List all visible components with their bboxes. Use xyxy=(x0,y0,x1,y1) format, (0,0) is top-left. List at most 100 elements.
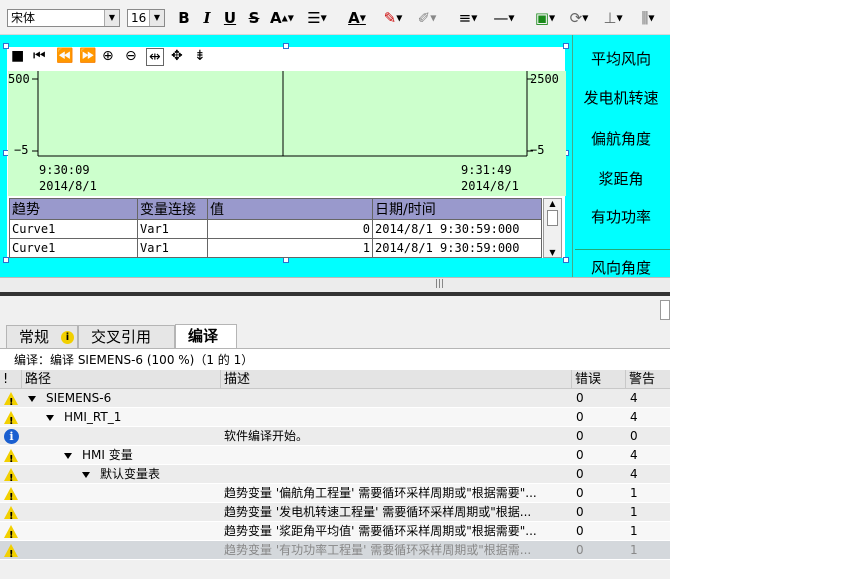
tab-cross-reference[interactable]: 交叉引用 xyxy=(78,325,175,348)
stop-icon[interactable]: ■ xyxy=(11,48,24,64)
expand-icon[interactable] xyxy=(46,415,54,421)
col-path[interactable]: 路径 xyxy=(22,370,221,389)
row-path: HMI 变量 xyxy=(82,448,133,462)
trend-plot-svg xyxy=(32,71,533,157)
scroll-up-icon[interactable]: ▲ xyxy=(544,199,561,208)
zoom-out-icon[interactable]: ⊖ xyxy=(125,48,137,64)
selection-handle[interactable] xyxy=(563,43,569,49)
cell-trend: Curve1 xyxy=(9,219,138,239)
row-errors: 0 xyxy=(576,524,584,538)
list-item[interactable]: 趋势变量 '浆距角平均值' 需要循环采样周期或"根据需要"... 0 1 xyxy=(0,522,670,545)
row-errors: 0 xyxy=(576,410,584,424)
label-generator-speed[interactable]: 发电机转速 xyxy=(575,87,667,108)
x-start-time: 9:30:09 xyxy=(39,163,90,177)
align-objects-icon[interactable]: ⊥▼ xyxy=(598,8,628,28)
panel-toggle-button[interactable] xyxy=(660,300,670,320)
col-value[interactable]: 值 xyxy=(207,198,373,220)
select-area-icon[interactable]: ⇟ xyxy=(194,48,206,64)
line-color-icon[interactable]: ✐▼ xyxy=(412,8,442,28)
col-datetime[interactable]: 日期/时间 xyxy=(372,198,542,220)
font-family-select[interactable]: 宋体 ▼ xyxy=(7,9,120,27)
list-item[interactable]: i 软件编译开始。 0 0 xyxy=(0,427,670,446)
rotate-icon[interactable]: ⟳▼ xyxy=(564,8,594,28)
message-column-header: ! 路径 描述 错误 警告 xyxy=(0,370,670,389)
row-path xyxy=(46,503,221,522)
row-warnings: 4 xyxy=(630,448,638,462)
zoom-in-icon[interactable]: ⊕ xyxy=(102,48,114,64)
scroll-down-icon[interactable]: ▼ xyxy=(544,248,561,257)
label-pitch-angle[interactable]: 浆距角 xyxy=(575,168,667,189)
expand-icon[interactable] xyxy=(64,453,72,459)
tab-compile-label: 编译 xyxy=(188,327,219,345)
font-size-select[interactable]: 16 ▼ xyxy=(127,9,165,27)
font-family-value: 宋体 xyxy=(11,11,36,25)
font-color-letter: A xyxy=(348,9,360,27)
selection-handle[interactable] xyxy=(283,43,289,49)
label-yaw-angle[interactable]: 偏航角度 xyxy=(575,128,667,149)
list-item[interactable]: 趋势变量 '有功功率工程量' 需要循环采样周期或"根据需... 0 1 xyxy=(0,541,670,564)
warning-icon xyxy=(4,487,18,507)
table-row[interactable]: Curve1 Var1 1 2014/8/1 9:30:59:000 xyxy=(9,238,542,258)
row-errors: 0 xyxy=(576,448,584,462)
font-size-icon[interactable]: A▲▼ xyxy=(268,8,296,28)
list-item[interactable]: SIEMENS-6 0 4 xyxy=(0,389,670,412)
row-path xyxy=(46,522,221,541)
col-flag[interactable]: ! xyxy=(0,370,22,389)
ruler-icon[interactable]: ⇹ xyxy=(146,48,164,66)
tab-general[interactable]: 常规 i xyxy=(6,325,78,348)
col-description[interactable]: 描述 xyxy=(221,370,572,389)
table-row[interactable]: Curve1 Var1 0 2014/8/1 9:30:59:000 xyxy=(9,219,542,239)
selection-handle[interactable] xyxy=(563,257,569,263)
chevron-down-icon[interactable]: ▼ xyxy=(149,10,164,26)
move-axis-icon[interactable]: ✥ xyxy=(171,48,183,64)
row-warnings: 4 xyxy=(630,467,638,481)
first-icon[interactable]: ⏮ xyxy=(33,48,46,64)
layer-icon[interactable]: ▣▼ xyxy=(530,8,560,28)
row-errors: 0 xyxy=(576,486,584,500)
underline-icon[interactable]: U xyxy=(222,8,238,28)
col-tag[interactable]: 变量连接 xyxy=(137,198,208,220)
label-avg-wind-direction[interactable]: 平均风向 xyxy=(575,48,667,69)
italic-icon[interactable]: I xyxy=(200,8,214,28)
row-description xyxy=(224,408,569,427)
label-active-power[interactable]: 有功功率 xyxy=(575,206,667,227)
list-item[interactable]: 默认变量表 0 4 xyxy=(0,465,670,488)
selection-handle[interactable] xyxy=(3,43,9,49)
align-icon[interactable]: ☰▼ xyxy=(302,8,332,28)
line-style-icon[interactable]: —▼ xyxy=(489,8,519,28)
horizontal-scrollbar[interactable]: ||| xyxy=(0,277,670,292)
table-scrollbar[interactable]: ▲ ▼ xyxy=(543,198,562,258)
distribute-icon[interactable]: ⫼▼ xyxy=(632,8,664,28)
list-item[interactable]: HMI 变量 0 4 xyxy=(0,446,670,469)
right-axis-max: 2500 xyxy=(530,72,559,86)
list-item[interactable]: 趋势变量 '偏航角工程量' 需要循环采样周期或"根据需要"... 0 1 xyxy=(0,484,670,507)
font-color-icon[interactable]: A▼ xyxy=(342,8,372,28)
strikethrough-icon[interactable]: S xyxy=(246,8,262,28)
warning-icon xyxy=(4,449,18,469)
label-wind-angle[interactable]: 风向角度 xyxy=(575,257,667,278)
list-item[interactable]: 趋势变量 '发电机转速工程量' 需要循环采样周期或"根据... 0 1 xyxy=(0,503,670,526)
expand-icon[interactable] xyxy=(28,396,36,402)
expand-icon[interactable] xyxy=(82,472,90,478)
chevron-down-icon[interactable]: ▼ xyxy=(104,10,119,26)
col-trend[interactable]: 趋势 xyxy=(9,198,138,220)
row-warnings: 0 xyxy=(630,429,638,443)
col-errors[interactable]: 错误 xyxy=(572,370,626,389)
row-path: HMI_RT_1 xyxy=(64,410,122,424)
row-path: SIEMENS-6 xyxy=(46,391,112,405)
list-item[interactable]: HMI_RT_1 0 4 xyxy=(0,408,670,431)
row-errors: 0 xyxy=(576,505,584,519)
left-axis-min: −5 xyxy=(14,143,29,157)
grip-icon[interactable]: ||| xyxy=(435,279,444,289)
scroll-thumb[interactable] xyxy=(547,210,558,226)
forward-icon[interactable]: ⏩ xyxy=(79,48,96,64)
bold-icon[interactable]: B xyxy=(176,8,192,28)
tab-compile[interactable]: 编译 xyxy=(175,324,237,348)
col-warnings[interactable]: 警告 xyxy=(626,370,670,389)
rewind-icon[interactable]: ⏪ xyxy=(56,48,73,64)
x-start-date: 2014/8/1 xyxy=(39,179,97,193)
cell-tag: Var1 xyxy=(137,219,208,239)
fill-color-icon[interactable]: ✎▼ xyxy=(378,8,408,28)
line-width-icon[interactable]: ≡▼ xyxy=(453,8,483,28)
row-description xyxy=(224,465,569,484)
